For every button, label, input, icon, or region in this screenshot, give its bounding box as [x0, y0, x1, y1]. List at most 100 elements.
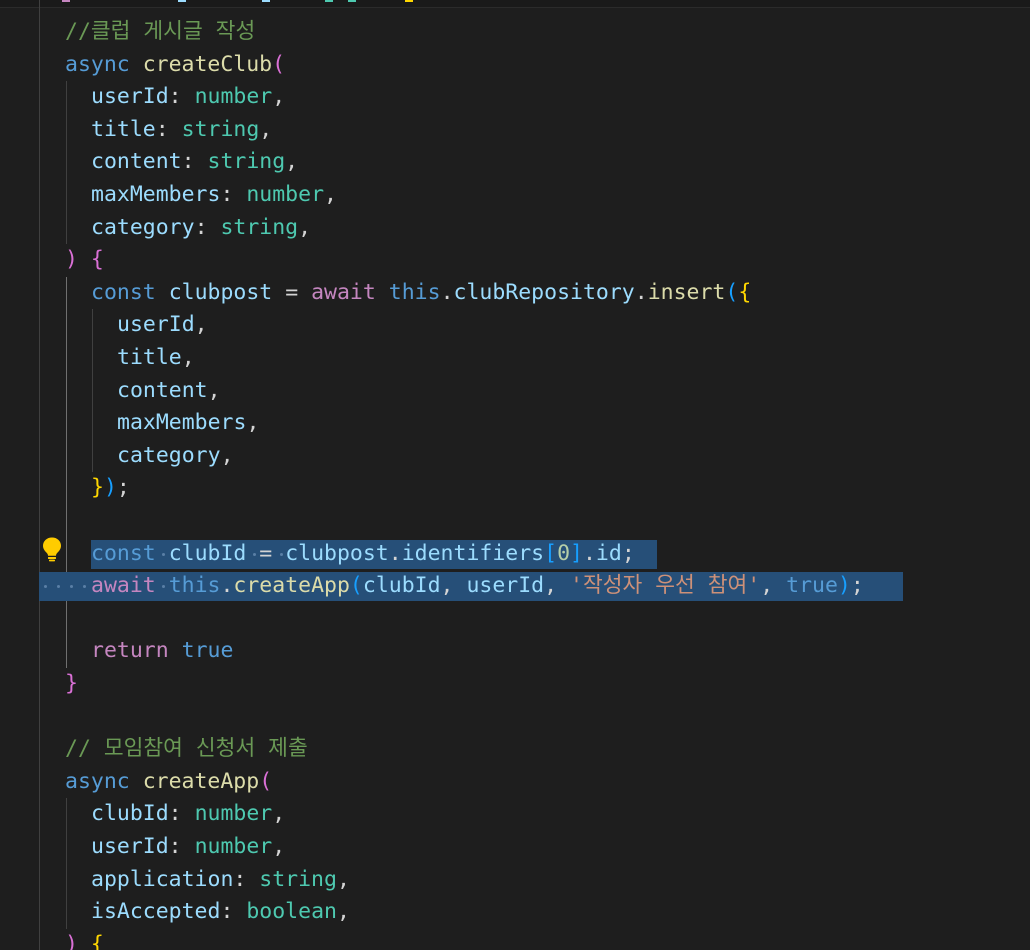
code-token: : [194, 214, 221, 240]
code-token: , [194, 312, 208, 338]
code-token: await [311, 279, 376, 305]
code-token: , [272, 801, 286, 827]
code-token: async [65, 51, 130, 77]
code-token: : [220, 899, 247, 925]
indent-guide-params [66, 81, 67, 245]
code-token: return [91, 638, 169, 664]
code-line-comment-club-post: //클럽 게시글 작성 [65, 16, 255, 49]
code-line-createapp-body-open: ) { [65, 929, 104, 950]
code-line-insert-title: title, [117, 342, 195, 375]
previous-line-fragment [0, 0, 1030, 8]
code-token: //클럽 게시글 작성 [65, 19, 256, 44]
code-line-createclub-signature: async createClub( [65, 49, 285, 82]
code-line-insert-close: }); [91, 472, 130, 505]
code-token: content [117, 377, 208, 403]
code-token: , [207, 377, 221, 403]
code-line-createclub-body-open: ) { [65, 244, 104, 277]
code-token: await [91, 573, 156, 599]
code-token: userId [466, 573, 545, 599]
code-token: . [220, 573, 234, 599]
code-editor[interactable]: //클럽 게시글 작성 async createClub( userId: numb… [0, 0, 1030, 950]
code-line-param-isaccepted: isAccepted: boolean, [91, 896, 350, 929]
code-line-insert-maxmembers: maxMembers, [117, 407, 259, 440]
code-token: , [336, 866, 350, 892]
code-token: clubId [168, 540, 247, 566]
code-token: isAccepted [91, 899, 221, 925]
code-line-createapp-signature: async createApp( [65, 766, 272, 799]
code-token: ; [621, 540, 635, 566]
code-token: , [181, 345, 195, 370]
code-token: this [388, 279, 441, 305]
code-token: , [272, 84, 286, 110]
code-token: maxMembers [117, 410, 247, 436]
code-token: number [194, 834, 273, 859]
code-line-insert-userid: userId, [117, 309, 208, 342]
code-token: application [91, 866, 234, 892]
code-token: title [117, 345, 182, 370]
code-token: ) [65, 247, 78, 273]
code-token: content [91, 149, 182, 175]
code-token: , [544, 573, 570, 599]
code-token: , [259, 116, 273, 142]
code-token: number [194, 84, 273, 110]
code-token: ( [272, 51, 286, 77]
code-line-param-category: category: string, [91, 212, 311, 245]
code-token: = [246, 540, 286, 566]
code-line-insert-content: content, [117, 375, 221, 408]
code-token: ( [725, 279, 739, 305]
code-token: , [298, 214, 312, 240]
code-token: true [181, 638, 234, 664]
code-token: . [388, 540, 402, 566]
code-token: const [91, 540, 156, 566]
code-token: string [259, 866, 337, 892]
code-token: createApp [142, 768, 260, 794]
code-token: ; [850, 573, 864, 599]
indent-guide-object [92, 309, 93, 473]
code-token: : [168, 84, 195, 110]
lightbulb-icon[interactable] [41, 536, 63, 562]
code-line-param-content: content: string, [91, 146, 298, 179]
code-token: createApp [233, 573, 350, 599]
code-token: title [91, 116, 156, 142]
code-token: } [65, 671, 78, 696]
code-token: clubId [362, 573, 441, 599]
code-token: : [155, 116, 182, 142]
code-line-createclub-close: } [65, 668, 78, 701]
code-line-return-true: return true [91, 635, 233, 668]
code-token: boolean [246, 899, 337, 925]
code-token: , [336, 899, 350, 925]
code-token: : [181, 149, 208, 175]
code-token: this [168, 573, 221, 599]
code-line-param-application: application: string, [91, 864, 350, 897]
code-token: : [168, 834, 195, 859]
indent-guide-params-2 [66, 798, 67, 929]
code-token: category [91, 214, 195, 240]
code-line-await-createapp: await this.createApp(clubId, userId, '작성… [91, 570, 864, 603]
code-token: ] [570, 540, 583, 566]
code-token: ) [65, 931, 78, 950]
code-token: , [272, 834, 286, 859]
code-token: ( [259, 768, 273, 794]
code-token: : [220, 182, 247, 207]
code-token: async [65, 768, 130, 794]
code-token: , [285, 149, 299, 175]
code-token: . [634, 279, 648, 305]
code-token: , [246, 410, 260, 436]
code-token: ; [116, 475, 130, 501]
code-token: clubId [91, 801, 169, 827]
code-token: number [246, 182, 325, 207]
code-token: clubRepository [453, 279, 635, 305]
code-token: category [117, 442, 221, 468]
indent-guide-body [66, 276, 67, 668]
code-token: string [220, 214, 299, 240]
code-token: clubpost [168, 279, 273, 305]
code-token: string [207, 149, 286, 175]
code-line-comment-application: // 모임참여 신청서 제출 [65, 733, 308, 766]
code-line-param-maxmembers: maxMembers: number, [91, 179, 337, 212]
